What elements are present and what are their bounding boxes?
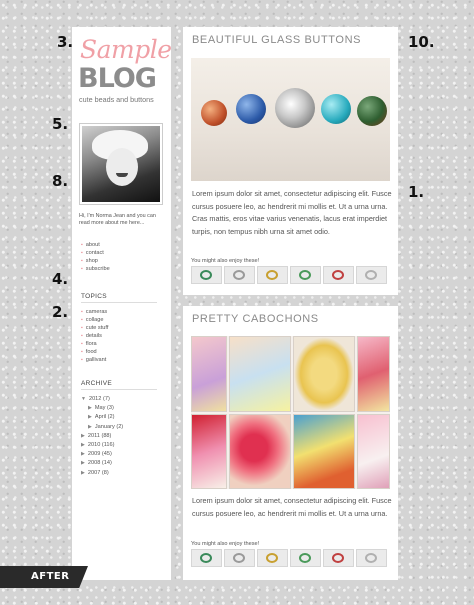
- nav-link-subscribe[interactable]: subscribe: [81, 265, 110, 273]
- sidebar: Sample BLOG cute beads and buttons Hi, I…: [72, 27, 172, 580]
- logo-tagline: cute beads and buttons: [79, 95, 154, 104]
- annotation-3: 3.: [57, 33, 74, 51]
- related-posts-thumbnails: [191, 266, 387, 284]
- topic-link[interactable]: details: [81, 332, 108, 340]
- annotation-2: 2.: [52, 303, 69, 321]
- related-post-thumbnail[interactable]: [323, 549, 354, 567]
- archive-year[interactable]: ▼ 2012 (7): [81, 395, 123, 404]
- archive-year[interactable]: ▶ 2007 (8): [81, 469, 123, 478]
- post-body: Lorem ipsum dolor sit amet, consectetur …: [192, 189, 392, 236]
- post-title[interactable]: PRETTY CABOCHONS: [192, 313, 319, 325]
- logo-blog-text[interactable]: BLOG: [78, 63, 157, 94]
- related-posts-thumbnails: [191, 549, 387, 567]
- blog-post: BEAUTIFUL GLASS BUTTONS Lorem ipsum dolo…: [183, 27, 398, 295]
- archive-month[interactable]: ▶ April (2): [81, 413, 123, 422]
- related-posts-label: You might also enjoy these!: [191, 541, 260, 547]
- topics-list: cameras collage cute stuff details flora…: [81, 308, 109, 364]
- related-post-thumbnail[interactable]: [356, 266, 387, 284]
- related-post-thumbnail[interactable]: [290, 549, 321, 567]
- nav-link-about[interactable]: about: [81, 241, 110, 249]
- topic-link[interactable]: gallivant: [81, 356, 108, 364]
- after-badge: AFTER: [0, 566, 88, 588]
- archive-year[interactable]: ▶ 2008 (14): [81, 459, 123, 468]
- annotation-1: 1.: [408, 183, 425, 201]
- nav-link-shop[interactable]: shop: [81, 257, 110, 265]
- related-post-thumbnail[interactable]: [356, 549, 387, 567]
- collapse-triangle-icon[interactable]: ▶: [81, 451, 85, 457]
- profile-photo: [79, 123, 163, 205]
- archive-year[interactable]: ▶ 2009 (45): [81, 450, 123, 459]
- post-body: Lorem ipsum dolor sit amet, consectetur …: [192, 496, 392, 518]
- related-post-thumbnail[interactable]: [224, 266, 255, 284]
- post-title[interactable]: BEAUTIFUL GLASS BUTTONS: [192, 34, 361, 46]
- archive-month[interactable]: ▶ January (2): [81, 423, 123, 432]
- annotation-5: 5.: [52, 115, 69, 133]
- archive-month[interactable]: ▶ May (3): [81, 404, 123, 413]
- topic-link[interactable]: food: [81, 348, 108, 356]
- collapse-triangle-icon[interactable]: ▶: [81, 470, 85, 476]
- collapse-triangle-icon[interactable]: ▶: [81, 460, 85, 466]
- related-posts-label: You might also enjoy these!: [191, 258, 260, 264]
- archive-heading: ARCHIVE: [81, 380, 157, 390]
- collapse-triangle-icon[interactable]: ▶: [88, 424, 92, 430]
- bio-text: Hi, I'm Norma Jean and you can read more…: [79, 213, 156, 226]
- topics-heading: TOPICS: [81, 293, 157, 303]
- topic-link[interactable]: cute stuff: [81, 324, 109, 332]
- topic-link[interactable]: collage: [81, 316, 108, 324]
- related-post-thumbnail[interactable]: [257, 549, 288, 567]
- archive-list: ▼ 2012 (7) ▶ May (3) ▶ April (2) ▶ January (…: [81, 395, 123, 478]
- related-post-thumbnail[interactable]: [224, 549, 255, 567]
- post-image-cabochons[interactable]: [191, 336, 390, 489]
- nav-links: about contact shop subscribe: [81, 241, 110, 273]
- expand-triangle-icon[interactable]: ▼: [81, 396, 86, 402]
- topic-link[interactable]: flora: [81, 340, 108, 348]
- collapse-triangle-icon[interactable]: ▶: [81, 433, 85, 439]
- blog-post: PRETTY CABOCHONS Lorem ipsum dolor sit a…: [183, 306, 398, 580]
- collapse-triangle-icon[interactable]: ▶: [81, 442, 85, 448]
- post-image-glass-buttons[interactable]: [191, 58, 390, 181]
- related-post-thumbnail[interactable]: [323, 266, 354, 284]
- related-post-thumbnail[interactable]: [191, 549, 222, 567]
- nav-link-contact[interactable]: contact: [81, 249, 110, 257]
- logo-sample-text[interactable]: Sample: [80, 35, 172, 64]
- archive-year[interactable]: ▶ 2011 (88): [81, 432, 123, 441]
- collapse-triangle-icon[interactable]: ▶: [88, 405, 92, 411]
- annotation-8: 8.: [52, 172, 69, 190]
- annotation-4: 4.: [52, 270, 69, 288]
- related-post-thumbnail[interactable]: [290, 266, 321, 284]
- related-post-thumbnail[interactable]: [191, 266, 222, 284]
- archive-year[interactable]: ▶ 2010 (116): [81, 441, 123, 450]
- collapse-triangle-icon[interactable]: ▶: [88, 414, 92, 420]
- topic-link[interactable]: cameras: [81, 308, 108, 316]
- annotation-10: 10.: [408, 33, 435, 51]
- related-post-thumbnail[interactable]: [257, 266, 288, 284]
- after-badge-label: AFTER: [31, 571, 70, 582]
